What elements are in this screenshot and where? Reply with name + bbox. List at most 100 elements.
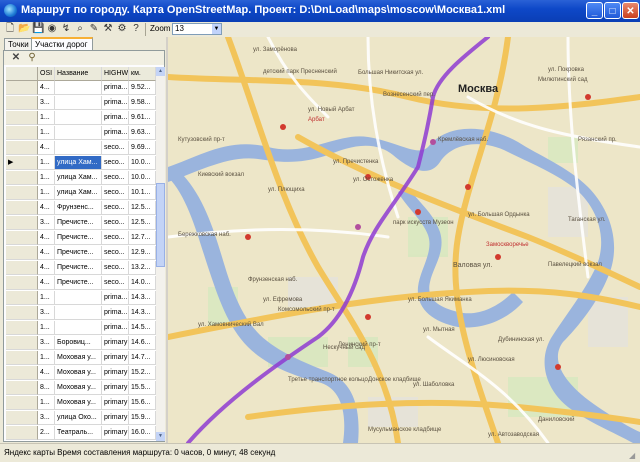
table-row[interactable]: 1... улица Хам... seco... 10.1...: [6, 186, 156, 200]
cell-osi[interactable]: 4...: [38, 246, 55, 260]
row-header[interactable]: [6, 396, 38, 410]
cell-name[interactable]: [55, 321, 102, 335]
cell-highway[interactable]: prima...: [102, 291, 129, 305]
cell-name[interactable]: [55, 291, 102, 305]
cell-km[interactable]: 9.52...: [129, 81, 156, 95]
cell-km[interactable]: 16.0...: [129, 426, 156, 440]
cell-highway[interactable]: seco...: [102, 276, 129, 290]
cell-osi[interactable]: 1...: [38, 171, 55, 185]
binoculars-icon[interactable]: ⚲: [26, 52, 38, 64]
column-header-name[interactable]: Название: [55, 67, 102, 81]
scroll-thumb[interactable]: [156, 183, 165, 267]
table-row[interactable]: 1... prima... 14.5...: [6, 321, 156, 335]
cell-km[interactable]: 12.5...: [129, 201, 156, 215]
cell-km[interactable]: 15.6...: [129, 396, 156, 410]
cell-km[interactable]: 9.69...: [129, 141, 156, 155]
resize-grip-icon[interactable]: ◢: [629, 451, 639, 461]
cell-osi[interactable]: 4...: [38, 366, 55, 380]
cell-km[interactable]: 14.7...: [129, 351, 156, 365]
cell-highway[interactable]: prima...: [102, 111, 129, 125]
table-row[interactable]: 3... Пречисте... seco... 12.5...: [6, 216, 156, 230]
row-header[interactable]: ▶: [6, 156, 38, 170]
table-row[interactable]: 3... улица Охо... primary 15.9...: [6, 411, 156, 425]
cell-km[interactable]: 14.3...: [129, 291, 156, 305]
table-row[interactable]: 4... Пречисте... seco... 13.2...: [6, 261, 156, 275]
cell-highway[interactable]: primary: [102, 381, 129, 395]
cell-highway[interactable]: prima...: [102, 306, 129, 320]
cell-highway[interactable]: prima...: [102, 81, 129, 95]
row-header[interactable]: [6, 291, 38, 305]
cell-name[interactable]: [55, 111, 102, 125]
cell-km[interactable]: 12.9...: [129, 246, 156, 260]
table-row[interactable]: 1... Моховая у... primary 15.6...: [6, 396, 156, 410]
edit-icon[interactable]: ✎: [88, 23, 100, 35]
cell-name[interactable]: [55, 141, 102, 155]
scroll-down-icon[interactable]: ▼: [156, 432, 165, 441]
cell-osi[interactable]: 3...: [38, 336, 55, 350]
cell-osi[interactable]: 3...: [38, 411, 55, 425]
cell-name[interactable]: улица Хам...: [55, 156, 102, 170]
settings-icon[interactable]: ⚙: [116, 23, 128, 35]
cell-highway[interactable]: seco...: [102, 216, 129, 230]
table-row[interactable]: 1... prima... 9.61...: [6, 111, 156, 125]
table-row[interactable]: 3... prima... 14.3...: [6, 306, 156, 320]
cell-km[interactable]: 14.6...: [129, 336, 156, 350]
cell-km[interactable]: 14.0...: [129, 276, 156, 290]
cell-name[interactable]: улица Охо...: [55, 411, 102, 425]
column-header-km[interactable]: км.: [129, 67, 156, 81]
save-icon[interactable]: 💾: [32, 23, 44, 35]
table-row[interactable]: 3... Боровиц... primary 14.6...: [6, 336, 156, 350]
row-header[interactable]: [6, 336, 38, 350]
cell-highway[interactable]: primary: [102, 411, 129, 425]
cell-km[interactable]: 14.3...: [129, 306, 156, 320]
scroll-up-icon[interactable]: ▲: [156, 67, 165, 76]
table-row[interactable]: 3... prima... 9.58...: [6, 96, 156, 110]
cell-km[interactable]: 9.63...: [129, 126, 156, 140]
cell-name[interactable]: улица Хам...: [55, 186, 102, 200]
close-button[interactable]: ✕: [622, 2, 639, 19]
cell-name[interactable]: Боровиц...: [55, 336, 102, 350]
cell-name[interactable]: [55, 96, 102, 110]
cell-highway[interactable]: prima...: [102, 96, 129, 110]
column-header-osi[interactable]: OSI: [38, 67, 55, 81]
cell-km[interactable]: 13.2...: [129, 261, 156, 275]
cell-osi[interactable]: 8...: [38, 381, 55, 395]
cell-osi[interactable]: 1...: [38, 111, 55, 125]
table-row[interactable]: 1... prima... 9.63...: [6, 126, 156, 140]
zoom-select[interactable]: 13 ▼: [172, 23, 222, 35]
table-row[interactable]: 1... улица Хам... seco... 10.0...: [6, 171, 156, 185]
cell-name[interactable]: Моховая у...: [55, 351, 102, 365]
cell-osi[interactable]: 4...: [38, 261, 55, 275]
cell-name[interactable]: Моховая у...: [55, 366, 102, 380]
cell-name[interactable]: Пречисте...: [55, 246, 102, 260]
row-header[interactable]: [6, 111, 38, 125]
cell-name[interactable]: Театраль...: [55, 426, 102, 440]
cell-name[interactable]: [55, 306, 102, 320]
search-icon[interactable]: ⌕: [74, 23, 86, 35]
column-header-highway[interactable]: HIGHW: [102, 67, 129, 81]
row-header[interactable]: [6, 426, 38, 440]
row-header[interactable]: [6, 126, 38, 140]
cell-osi[interactable]: 1...: [38, 156, 55, 170]
cell-highway[interactable]: primary: [102, 351, 129, 365]
cell-osi[interactable]: 4...: [38, 201, 55, 215]
table-row[interactable]: 4... Моховая у... primary 15.2...: [6, 366, 156, 380]
row-header[interactable]: [6, 306, 38, 320]
cell-osi[interactable]: 4...: [38, 81, 55, 95]
row-header[interactable]: [6, 231, 38, 245]
cell-km[interactable]: 10.0...: [129, 171, 156, 185]
row-header[interactable]: [6, 186, 38, 200]
cell-osi[interactable]: 1...: [38, 351, 55, 365]
row-header[interactable]: [6, 261, 38, 275]
map-view[interactable]: Москва Арбат ул. Новый Арбат Замосквореч…: [168, 37, 640, 443]
cell-highway[interactable]: seco...: [102, 156, 129, 170]
cell-highway[interactable]: primary: [102, 336, 129, 350]
cell-osi[interactable]: 4...: [38, 276, 55, 290]
minimize-button[interactable]: _: [586, 2, 603, 19]
row-header[interactable]: [6, 366, 38, 380]
cell-name[interactable]: Пречисте...: [55, 231, 102, 245]
table-row[interactable]: 2... Театраль... primary 16.0...: [6, 426, 156, 440]
cell-osi[interactable]: 4...: [38, 141, 55, 155]
table-row[interactable]: ▶ 1... улица Хам... seco... 10.0...: [6, 156, 156, 170]
row-header[interactable]: [6, 171, 38, 185]
